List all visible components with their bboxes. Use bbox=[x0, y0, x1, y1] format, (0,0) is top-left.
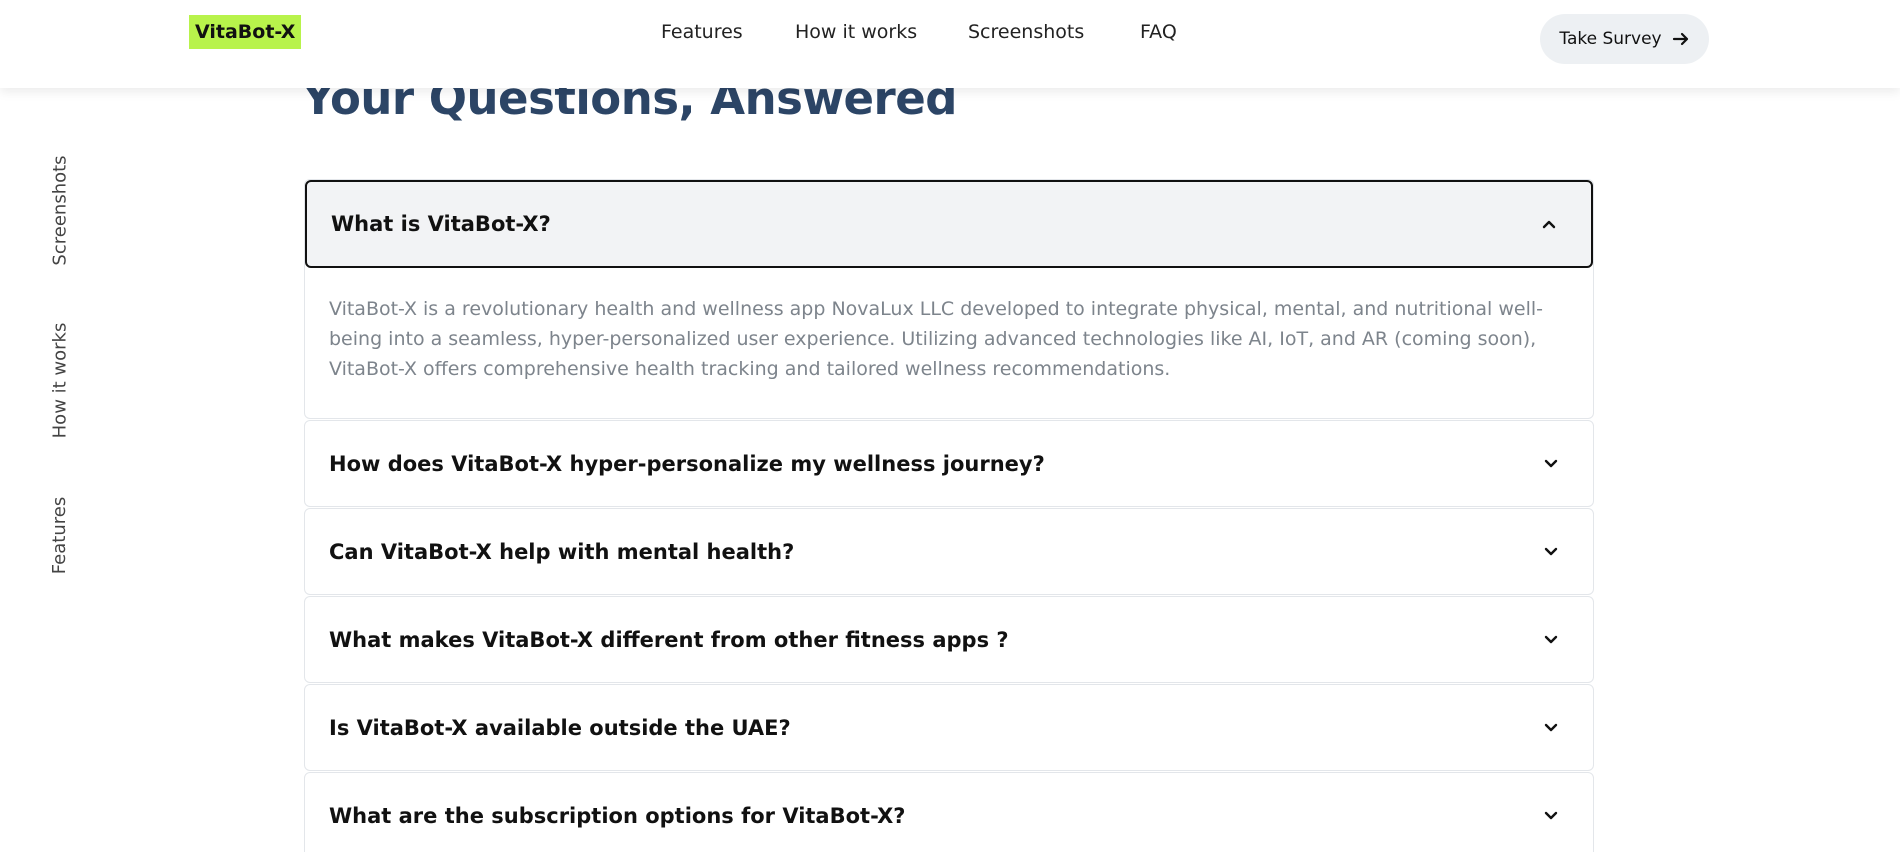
side-nav-label: How it works bbox=[49, 322, 71, 438]
faq-question-button[interactable]: Is VitaBot-X available outside the UAE? bbox=[305, 685, 1593, 770]
faq-item: How does VitaBot-X hyper-personalize my … bbox=[304, 420, 1594, 507]
site-header: VitaBot-X Features How it works Screensh… bbox=[0, 0, 1900, 88]
faq-question-button[interactable]: How does VitaBot-X hyper-personalize my … bbox=[305, 421, 1593, 506]
side-nav-label: Features bbox=[49, 496, 71, 574]
faq-item: What are the subscription options for Vi… bbox=[304, 772, 1594, 852]
nav-link-how-it-works[interactable]: How it works bbox=[795, 19, 917, 45]
faq-question-text: Is VitaBot-X available outside the UAE? bbox=[329, 715, 791, 740]
chevron-down-icon bbox=[1544, 459, 1558, 467]
faq-question-text: How does VitaBot-X hyper-personalize my … bbox=[329, 451, 1045, 476]
faq-question-button[interactable]: What are the subscription options for Vi… bbox=[305, 773, 1593, 852]
faq-item: Is VitaBot-X available outside the UAE? bbox=[304, 684, 1594, 771]
chevron-down-icon bbox=[1544, 547, 1558, 555]
nav-link-screenshots[interactable]: Screenshots bbox=[968, 19, 1084, 45]
side-nav-how-it-works[interactable]: How it works bbox=[40, 315, 80, 445]
faq-item: What is VitaBot-X? VitaBot-X is a revolu… bbox=[304, 179, 1594, 419]
faq-question-button[interactable]: What makes VitaBot-X different from othe… bbox=[305, 597, 1593, 682]
page: VitaBot-X Features How it works Screensh… bbox=[0, 0, 1900, 852]
faq-question-text: What is VitaBot-X? bbox=[331, 212, 551, 236]
faq-question-button[interactable]: What is VitaBot-X? bbox=[305, 180, 1593, 268]
chevron-down-icon bbox=[1544, 811, 1558, 819]
faq-question-text: What are the subscription options for Vi… bbox=[329, 803, 906, 828]
side-nav: Screenshots How it works Features bbox=[40, 140, 80, 600]
chevron-down-icon bbox=[1544, 635, 1558, 643]
side-nav-screenshots[interactable]: Screenshots bbox=[40, 140, 80, 280]
take-survey-button[interactable]: Take Survey bbox=[1540, 14, 1709, 64]
faq-item: What makes VitaBot-X different from othe… bbox=[304, 596, 1594, 683]
chevron-up-icon bbox=[1542, 220, 1556, 229]
faq-question-button[interactable]: Can VitaBot-X help with mental health? bbox=[305, 509, 1593, 594]
chevron-down-icon bbox=[1544, 723, 1558, 731]
side-nav-features[interactable]: Features bbox=[40, 485, 80, 585]
faq-accordion: What is VitaBot-X? VitaBot-X is a revolu… bbox=[304, 179, 1594, 852]
side-nav-label: Screenshots bbox=[49, 154, 71, 266]
take-survey-label: Take Survey bbox=[1559, 29, 1662, 49]
arrow-right-icon bbox=[1672, 32, 1688, 46]
faq-answer: VitaBot-X is a revolutionary health and … bbox=[329, 298, 1544, 380]
faq-question-text: What makes VitaBot-X different from othe… bbox=[329, 627, 1009, 652]
faq-item: Can VitaBot-X help with mental health? bbox=[304, 508, 1594, 595]
nav-link-faq[interactable]: FAQ bbox=[1140, 19, 1177, 45]
nav-link-features[interactable]: Features bbox=[661, 19, 743, 45]
faq-question-text: Can VitaBot-X help with mental health? bbox=[329, 539, 795, 564]
